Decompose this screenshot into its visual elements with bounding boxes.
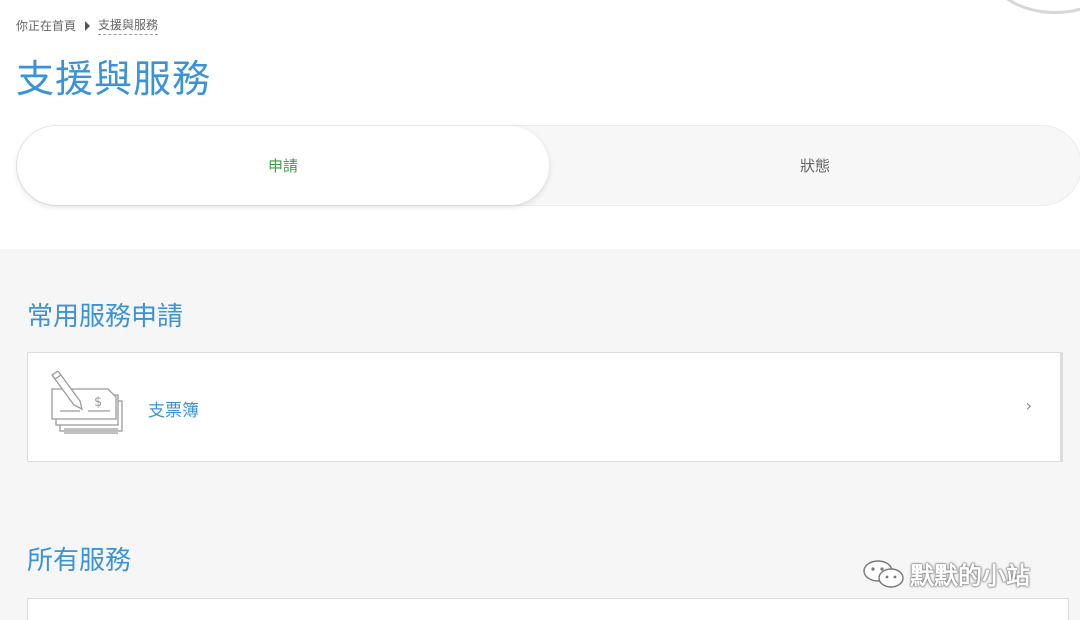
user-menu-circle[interactable] xyxy=(990,0,1080,14)
svg-text:$: $ xyxy=(94,395,102,410)
caret-right-icon xyxy=(85,20,91,31)
common-services-title: 常用服務申請 xyxy=(27,302,184,332)
wechat-icon xyxy=(863,559,904,588)
tab-status[interactable]: 狀態 xyxy=(549,126,1080,205)
page: 你正在首頁 支援與服務 支援與服務 申請 狀態 常用服務申請 $ 支票簿 › 所… xyxy=(0,0,1080,620)
service-label: 支票簿 xyxy=(148,401,199,421)
all-services-title: 所有服務 xyxy=(27,546,132,576)
service-item-cheque-book[interactable]: $ 支票簿 › xyxy=(27,352,1063,462)
watermark: 默默的小站 xyxy=(862,556,1030,591)
breadcrumb-home[interactable]: 你正在首頁 xyxy=(16,17,76,34)
tab-bar: 申請 狀態 xyxy=(16,125,1080,206)
tab-apply[interactable]: 申請 xyxy=(17,126,549,205)
chevron-right-icon: › xyxy=(1025,396,1032,415)
watermark-text: 默默的小站 xyxy=(910,562,1030,590)
all-services-list xyxy=(27,598,1069,620)
tab-status-label: 狀態 xyxy=(799,157,830,175)
cheque-book-icon: $ xyxy=(51,371,123,434)
breadcrumb-current[interactable]: 支援與服務 xyxy=(98,16,159,35)
breadcrumb: 你正在首頁 支援與服務 xyxy=(16,16,159,35)
tab-apply-label: 申請 xyxy=(267,157,298,175)
page-title: 支援與服務 xyxy=(16,57,212,101)
